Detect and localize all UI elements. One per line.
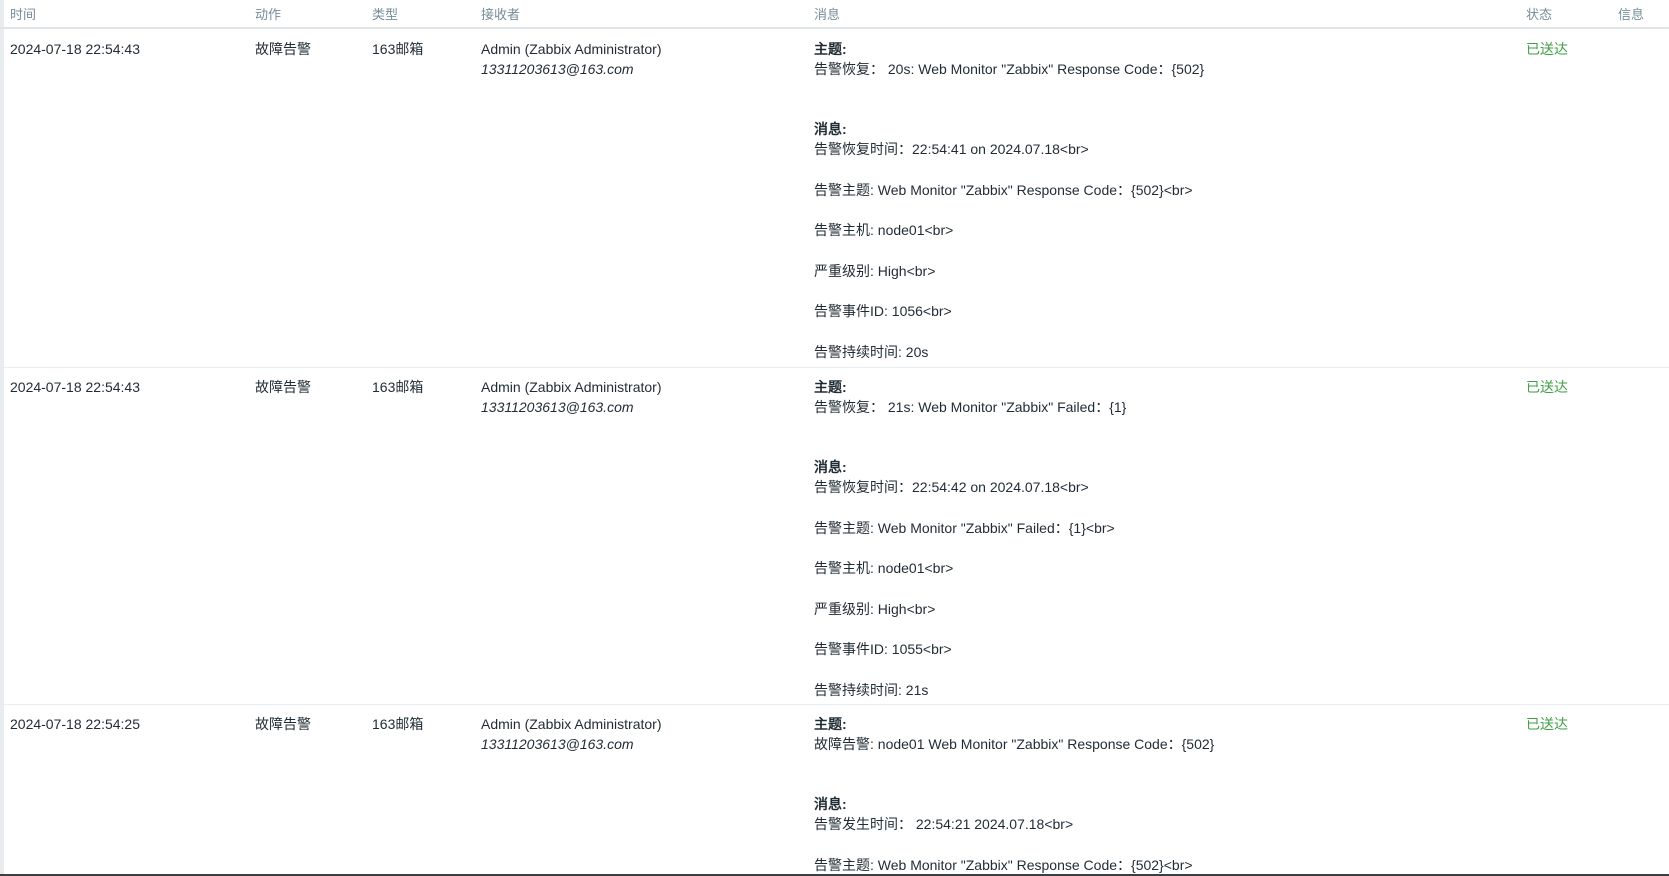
message-line: 告警持续时间: 20s: [814, 343, 929, 360]
column-header-recipient[interactable]: 接收者: [481, 4, 520, 23]
time-cell: 2024-07-18 22:54:43: [10, 41, 140, 57]
message-line: 告警发生时间： 22:54:21 2024.07.18<br>: [814, 816, 1074, 832]
message-line: 告警主机: node01<br>: [814, 222, 954, 238]
message-heading: 消息:: [814, 459, 847, 475]
subject-text: 故障告警: node01 Web Monitor "Zabbix" Respon…: [814, 736, 1215, 752]
status-badge: 已送达: [1526, 379, 1568, 395]
column-header-status[interactable]: 状态: [1526, 4, 1552, 23]
time-cell: 2024-07-18 22:54:25: [10, 716, 140, 732]
time-cell: 2024-07-18 22:54:43: [10, 379, 140, 395]
message-line: 告警主题: Web Monitor "Zabbix" Response Code…: [814, 856, 1193, 873]
message-cell: 主题: 故障告警: node01 Web Monitor "Zabbix" Re…: [814, 714, 1214, 875]
message-cell: 主题: 告警恢复： 20s: Web Monitor "Zabbix" Resp…: [814, 39, 1204, 362]
action-cell: 故障告警: [255, 41, 311, 57]
recipient-email: 13311203613@163.com: [481, 399, 634, 415]
message-heading: 消息:: [814, 796, 847, 812]
table-row: 2024-07-18 22:54:43 故障告警 163邮箱 Admin (Za…: [4, 29, 1669, 368]
action-cell: 故障告警: [255, 379, 311, 395]
message-line: 严重级别: High<br>: [814, 262, 936, 279]
recipient-email: 13311203613@163.com: [481, 61, 634, 77]
recipient-email: 13311203613@163.com: [481, 736, 634, 752]
message-line: 告警主机: node01<br>: [814, 560, 954, 576]
subject-text: 告警恢复： 21s: Web Monitor "Zabbix" Failed：{…: [814, 399, 1127, 415]
recipient-name: Admin (Zabbix Administrator): [481, 41, 662, 57]
recipient-cell: Admin (Zabbix Administrator) 13311203613…: [481, 377, 662, 417]
column-header-time[interactable]: 时间: [10, 4, 36, 23]
recipient-name: Admin (Zabbix Administrator): [481, 716, 662, 732]
status-badge: 已送达: [1526, 41, 1568, 57]
type-cell: 163邮箱: [372, 716, 424, 732]
message-line: 告警事件ID: 1055<br>: [814, 641, 952, 657]
recipient-name: Admin (Zabbix Administrator): [481, 379, 662, 395]
message-line: 严重级别: High<br>: [814, 600, 936, 617]
message-line: 告警事件ID: 1056<br>: [814, 303, 952, 319]
table-header: 时间 动作 类型 接收者 消息 状态 信息: [0, 0, 1669, 29]
message-line: 告警持续时间: 21s: [814, 681, 929, 698]
message-heading: 消息:: [814, 121, 847, 137]
column-header-message[interactable]: 消息: [814, 4, 840, 23]
type-cell: 163邮箱: [372, 41, 424, 57]
message-line: 告警恢复时间：22:54:41 on 2024.07.18<br>: [814, 141, 1089, 157]
column-header-info[interactable]: 信息: [1618, 4, 1644, 23]
recipient-cell: Admin (Zabbix Administrator) 13311203613…: [481, 39, 662, 79]
message-line: 告警恢复时间：22:54:42 on 2024.07.18<br>: [814, 479, 1089, 495]
subject-heading: 主题:: [814, 41, 847, 57]
message-cell: 主题: 告警恢复： 21s: Web Monitor "Zabbix" Fail…: [814, 377, 1126, 700]
subject-heading: 主题:: [814, 379, 847, 395]
recipient-cell: Admin (Zabbix Administrator) 13311203613…: [481, 714, 662, 754]
message-line: 告警主题: Web Monitor "Zabbix" Failed：{1}<br…: [814, 519, 1115, 536]
column-header-type[interactable]: 类型: [372, 4, 398, 23]
message-line: 告警主题: Web Monitor "Zabbix" Response Code…: [814, 181, 1193, 198]
subject-text: 告警恢复： 20s: Web Monitor "Zabbix" Response…: [814, 61, 1205, 77]
status-badge: 已送达: [1526, 716, 1568, 732]
table-row: 2024-07-18 22:54:43 故障告警 163邮箱 Admin (Za…: [4, 367, 1669, 705]
column-header-action[interactable]: 动作: [255, 4, 281, 23]
table-row: 2024-07-18 22:54:25 故障告警 163邮箱 Admin (Za…: [4, 704, 1669, 874]
type-cell: 163邮箱: [372, 379, 424, 395]
subject-heading: 主题:: [814, 716, 847, 732]
action-cell: 故障告警: [255, 716, 311, 732]
